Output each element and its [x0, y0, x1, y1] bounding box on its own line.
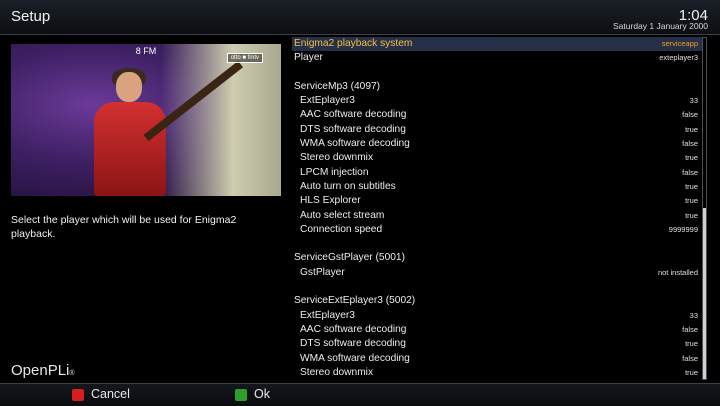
setting-row[interactable]: GstPlayer not installed: [292, 266, 702, 280]
setting-value: not installed: [657, 267, 698, 277]
setting-label: ServiceGstPlayer (5001): [294, 252, 405, 264]
setting-value: true: [685, 367, 698, 377]
setting-row[interactable]: DTS software decoding true: [292, 337, 702, 351]
setting-value: true: [685, 210, 698, 220]
setting-row[interactable]: Enigma2 playback system serviceapp: [292, 37, 702, 52]
cancel-button[interactable]: Cancel: [91, 387, 130, 401]
setting-value: false: [682, 139, 698, 149]
setting-label: DTS software decoding: [300, 123, 406, 135]
setting-row[interactable]: HLS Explorer true: [292, 194, 702, 208]
setting-label: AAC software decoding: [300, 109, 407, 121]
setting-value: false: [682, 353, 698, 363]
setting-row[interactable]: Stereo downmix true: [292, 151, 702, 165]
setting-row[interactable]: Player exteplayer3: [292, 51, 702, 65]
setting-label: Stereo downmix: [300, 152, 374, 164]
setting-row[interactable]: Stereo downmix true: [292, 366, 702, 380]
setting-label: Connection speed: [300, 223, 383, 235]
setting-description: Select the player which will be used for…: [11, 214, 237, 240]
setting-row[interactable]: ServiceGstPlayer (5001): [292, 251, 702, 265]
setting-row[interactable]: WMA software decoding false: [292, 137, 702, 151]
setting-label: WMA software decoding: [300, 352, 410, 364]
setting-label: DTS software decoding: [300, 338, 406, 350]
setting-label: WMA software decoding: [300, 138, 410, 150]
setting-label: ExtEplayer3: [300, 95, 355, 107]
setting-row[interactable]: AAC software decoding false: [292, 108, 702, 122]
button-bar: Cancel Ok: [0, 383, 720, 406]
setting-label: AAC software decoding: [300, 323, 407, 335]
settings-list[interactable]: Enigma2 playback system serviceapp Player e…: [292, 37, 702, 380]
channel-logo: otto ■ fmtv: [226, 53, 263, 63]
setting-value: true: [685, 181, 698, 191]
red-key-icon[interactable]: [72, 389, 84, 401]
setting-row[interactable]: ServiceExtEplayer3 (5002): [292, 294, 702, 308]
setting-value: 9999999: [668, 224, 698, 234]
page-title: Setup: [11, 8, 51, 25]
setting-row[interactable]: ExtEplayer3 33: [292, 309, 702, 323]
setting-label: HLS Explorer: [300, 195, 361, 207]
setting-label: Stereo downmix: [300, 366, 374, 378]
setting-row[interactable]: Auto turn on subtitles true: [292, 180, 702, 194]
setting-value: false: [682, 110, 698, 120]
setting-row[interactable]: DTS software decoding true: [292, 123, 702, 137]
setting-label: Auto select stream: [300, 209, 385, 221]
green-key-icon[interactable]: [235, 389, 247, 401]
tv-preview: 8 FM otto ■ fmtv: [11, 44, 281, 196]
setting-row[interactable]: ServiceMp3 (4097): [292, 80, 702, 94]
setting-value: exteplayer3: [659, 53, 698, 63]
setting-value: true: [685, 153, 698, 163]
date-label: Saturday 1 January 2000: [613, 21, 708, 31]
setting-label: ExtEplayer3: [300, 309, 355, 321]
setting-label: ServiceExtEplayer3 (5002): [294, 295, 416, 307]
performer-figure: [86, 60, 244, 196]
setting-label: Enigma2 playback system: [294, 38, 413, 49]
setting-label: Player: [294, 52, 323, 64]
setting-value: serviceapp: [661, 39, 698, 48]
setting-value: false: [682, 167, 698, 177]
spacer-row: [292, 66, 702, 80]
setting-value: true: [685, 339, 698, 349]
spacer-row: [292, 280, 702, 294]
setting-row[interactable]: AAC software decoding false: [292, 323, 702, 337]
setting-label: GstPlayer: [300, 266, 345, 278]
scrollbar-thumb[interactable]: [703, 208, 706, 379]
openpli-logo: OpenPLi®: [11, 362, 75, 379]
setting-value: 33: [689, 96, 698, 106]
title-bar: Setup 1:04 Saturday 1 January 2000: [0, 0, 720, 35]
setting-row[interactable]: Connection speed 9999999: [292, 223, 702, 237]
ok-button[interactable]: Ok: [254, 387, 270, 401]
setting-value: true: [685, 196, 698, 206]
setting-label: Auto turn on subtitles: [300, 180, 396, 192]
spacer-row: [292, 237, 702, 251]
setting-value: false: [682, 324, 698, 334]
setting-row[interactable]: WMA software decoding false: [292, 352, 702, 366]
setting-value: true: [685, 124, 698, 134]
setting-label: ServiceMp3 (4097): [294, 80, 381, 92]
setting-row[interactable]: LPCM injection false: [292, 166, 702, 180]
setting-row[interactable]: Auto select stream true: [292, 209, 702, 223]
setting-row[interactable]: ExtEplayer3 33: [292, 94, 702, 108]
setting-label: LPCM injection: [300, 166, 369, 178]
setting-value: 33: [689, 310, 698, 320]
